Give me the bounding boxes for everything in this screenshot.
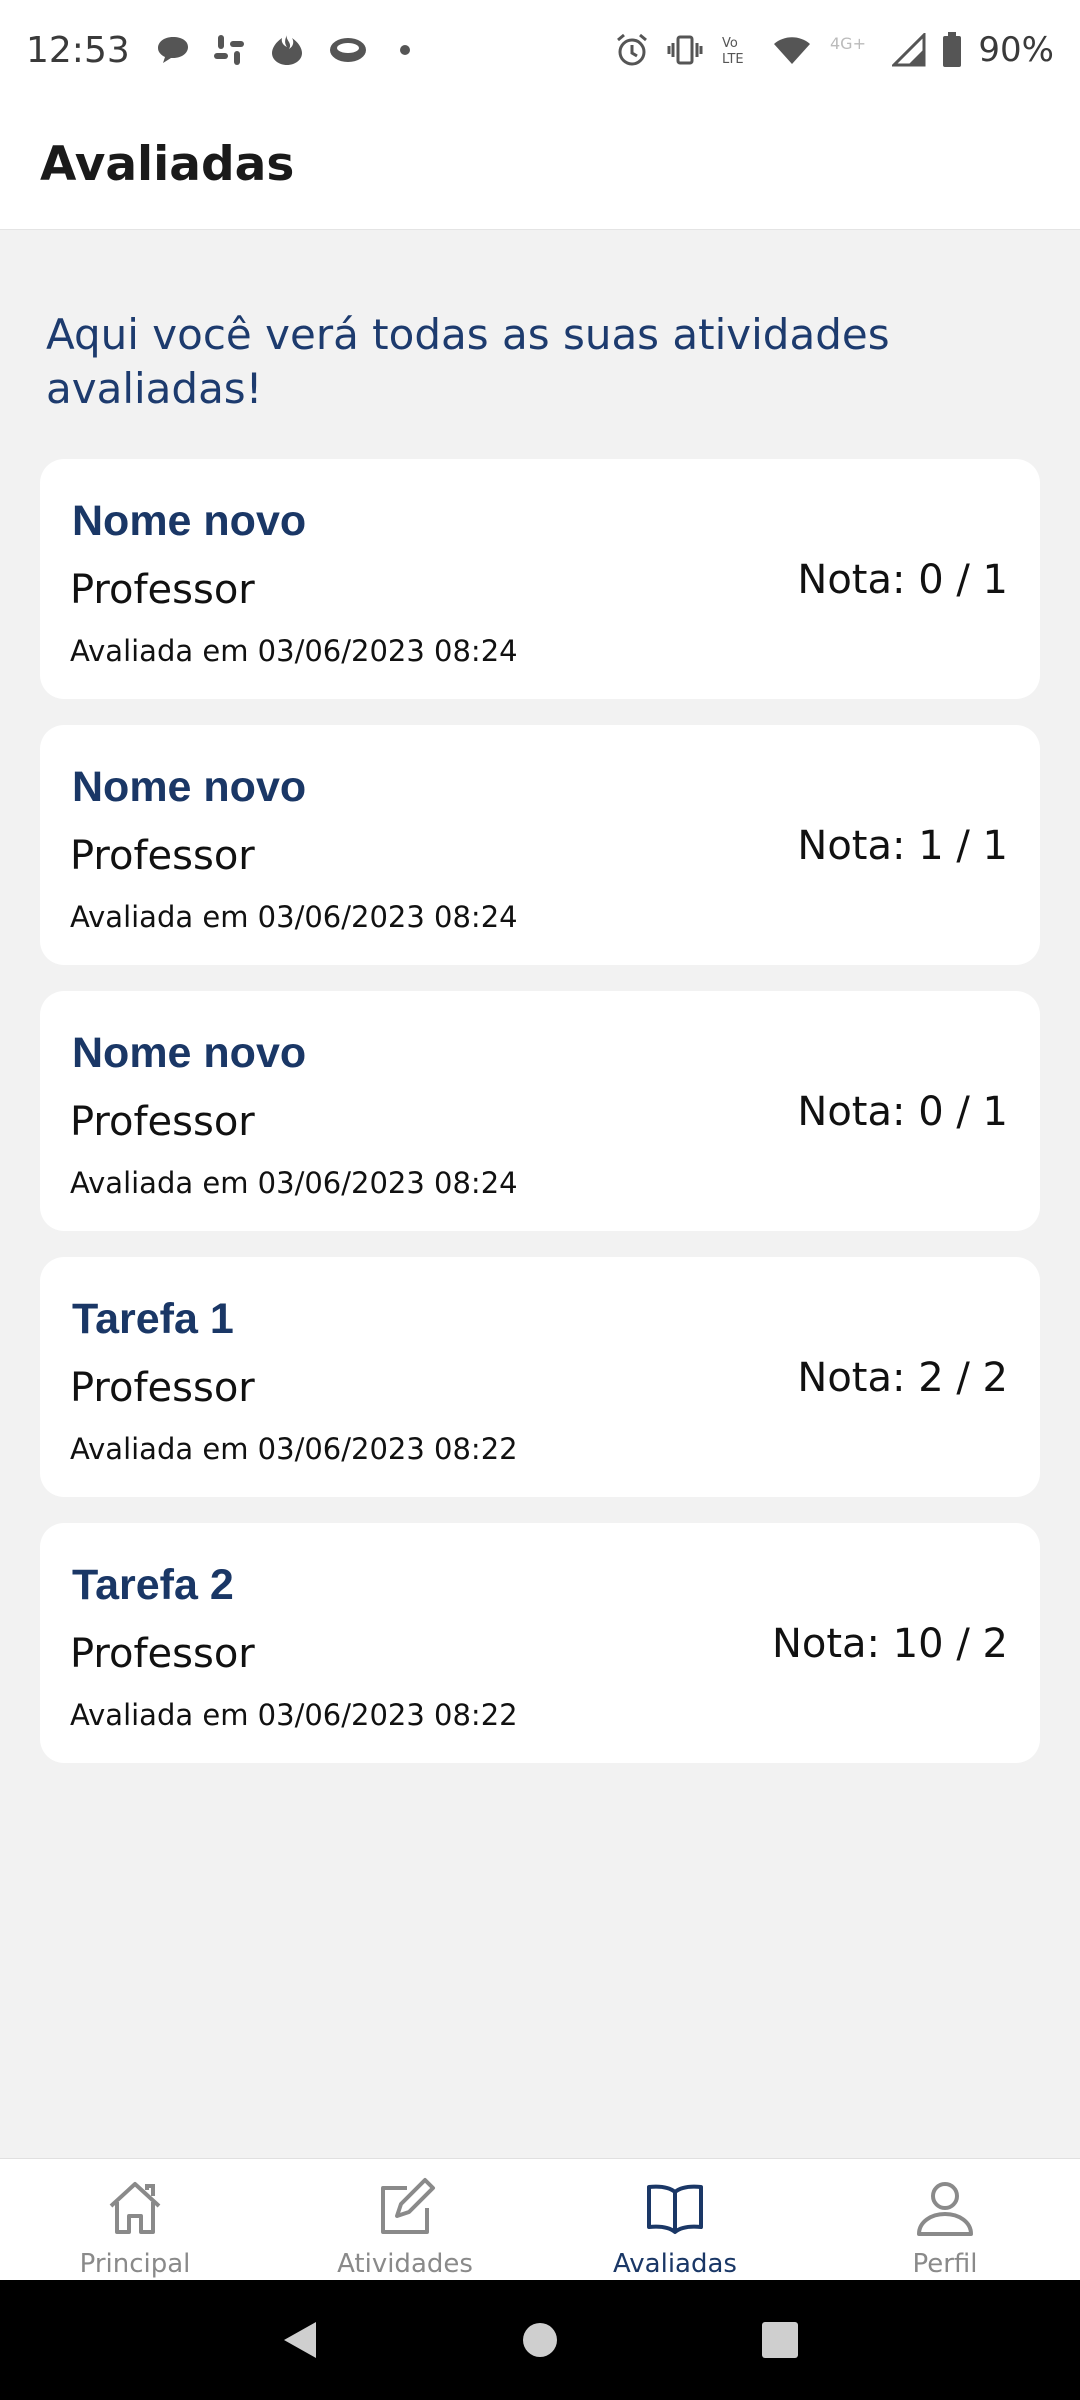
evaluated-card[interactable]: Nome novo Professor Avaliada em 03/06/20… (40, 725, 1040, 965)
nav-item-avaliadas[interactable]: Avaliadas (540, 2159, 810, 2280)
nav-label: Avaliadas (613, 2249, 737, 2279)
card-date: Avaliada em 03/06/2023 08:24 (70, 900, 518, 934)
volte-icon: Vo LTE (720, 33, 756, 67)
card-author: Professor (70, 833, 255, 879)
card-date: Avaliada em 03/06/2023 08:22 (70, 1698, 518, 1732)
edit-icon (373, 2173, 437, 2243)
cloud-icon (328, 35, 368, 65)
svg-text:LTE: LTE (722, 52, 744, 67)
vibrate-icon (666, 33, 704, 67)
nav-item-atividades[interactable]: Atividades (270, 2159, 540, 2280)
card-grade: Nota: 10 / 2 (771, 1621, 1008, 1667)
book-icon (643, 2173, 707, 2243)
signal-icon (892, 33, 926, 67)
card-title: Nome novo (72, 497, 307, 545)
nav-label: Principal (79, 2249, 191, 2279)
card-grade: Nota: 0 / 1 (797, 557, 1008, 603)
system-status-icons: Vo LTE 4G+ 90% (614, 30, 1054, 70)
card-grade: Nota: 0 / 1 (797, 1089, 1008, 1135)
alarm-icon (614, 32, 650, 68)
nav-label: Perfil (912, 2249, 978, 2279)
home-icon (103, 2173, 167, 2243)
card-author: Professor (70, 1099, 255, 1145)
card-title: Nome novo (72, 1029, 307, 1077)
card-date: Avaliada em 03/06/2023 08:24 (70, 634, 518, 668)
battery-percentage: 90% (978, 30, 1054, 70)
4g-icon: 4G+ (828, 33, 876, 67)
card-title: Tarefa 2 (72, 1561, 234, 1609)
card-author: Professor (70, 567, 255, 613)
slack-icon (212, 33, 246, 67)
page-title: Avaliadas (40, 137, 295, 192)
evaluated-card[interactable]: Nome novo Professor Avaliada em 03/06/20… (40, 991, 1040, 1231)
card-grade: Nota: 2 / 2 (797, 1355, 1008, 1401)
evaluated-card[interactable]: Nome novo Professor Avaliada em 03/06/20… (40, 459, 1040, 699)
wifi-icon (772, 34, 812, 66)
notification-icons (156, 33, 420, 67)
intro-text: Aqui você verá todas as suas atividades … (46, 310, 890, 413)
evaluated-list: Nome novo Professor Avaliada em 03/06/20… (40, 459, 1040, 1789)
nav-item-principal[interactable]: Principal (0, 2159, 270, 2280)
status-time: 12:53 (26, 29, 130, 71)
card-grade: Nota: 1 / 1 (797, 823, 1008, 869)
card-date: Avaliada em 03/06/2023 08:22 (70, 1432, 518, 1466)
back-icon[interactable] (270, 2310, 330, 2370)
system-navigation-bar (0, 2280, 1080, 2400)
evaluated-card[interactable]: Tarefa 1 Professor Avaliada em 03/06/202… (40, 1257, 1040, 1497)
santander-icon (268, 33, 306, 67)
status-bar: 12:53 Vo LTE 4G+ 90% (0, 0, 1080, 100)
card-author: Professor (70, 1365, 255, 1411)
chat-bubble-icon (156, 35, 190, 65)
home-button-icon[interactable] (510, 2310, 570, 2370)
card-title: Nome novo (72, 763, 307, 811)
battery-icon (942, 32, 962, 68)
bottom-navigation: Principal Atividades Avaliadas Perfil (0, 2158, 1080, 2280)
dot-icon (390, 35, 420, 65)
nav-item-perfil[interactable]: Perfil (810, 2159, 1080, 2280)
app-bar: Avaliadas (0, 100, 1080, 230)
nav-label: Atividades (337, 2249, 473, 2279)
person-icon (913, 2173, 977, 2243)
svg-text:Vo: Vo (722, 36, 738, 51)
svg-text:4G+: 4G+ (830, 34, 866, 53)
evaluated-card[interactable]: Tarefa 2 Professor Avaliada em 03/06/202… (40, 1523, 1040, 1763)
recents-icon[interactable] (750, 2310, 810, 2370)
card-date: Avaliada em 03/06/2023 08:24 (70, 1166, 518, 1200)
card-title: Tarefa 1 (72, 1295, 234, 1343)
content-area[interactable]: Aqui você verá todas as suas atividades … (0, 231, 1080, 2158)
card-author: Professor (70, 1631, 255, 1677)
